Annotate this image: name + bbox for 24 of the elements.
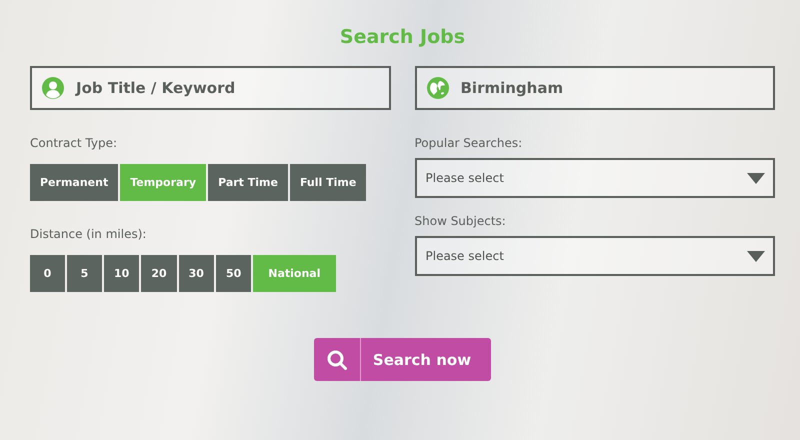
show-subjects-label: Show Subjects: — [414, 214, 506, 228]
caret-icon — [747, 172, 765, 184]
distance-option[interactable]: 10 — [104, 255, 140, 292]
caret-icon — [747, 250, 765, 262]
contract-type-option[interactable]: Permanent — [30, 164, 118, 201]
keyword-field[interactable]: Job Title / Keyword — [30, 66, 390, 110]
contract-type-label: Contract Type: — [30, 136, 118, 150]
popular-searches-label: Popular Searches: — [414, 136, 522, 150]
search-icon — [326, 350, 347, 370]
distance-option[interactable]: 20 — [141, 255, 177, 292]
search-button[interactable]: Search now — [314, 338, 492, 381]
contract-type-option[interactable]: Part Time — [208, 164, 288, 201]
distance-label: Distance (in miles): — [30, 227, 146, 241]
distance-option[interactable]: 0 — [30, 255, 65, 292]
distance-option[interactable]: 50 — [216, 255, 252, 292]
distance-option[interactable]: 5 — [67, 255, 102, 292]
person-icon — [42, 77, 64, 99]
contract-type-option[interactable]: Full Time — [290, 164, 366, 201]
popular-searches-select[interactable]: Please select — [414, 158, 775, 198]
globe-icon — [426, 77, 448, 99]
page-title: Search Jobs — [338, 26, 466, 48]
location-field[interactable]: Birmingham — [414, 66, 775, 110]
distance-option[interactable]: 30 — [178, 255, 214, 292]
show-subjects-select[interactable]: Please select — [414, 236, 775, 276]
